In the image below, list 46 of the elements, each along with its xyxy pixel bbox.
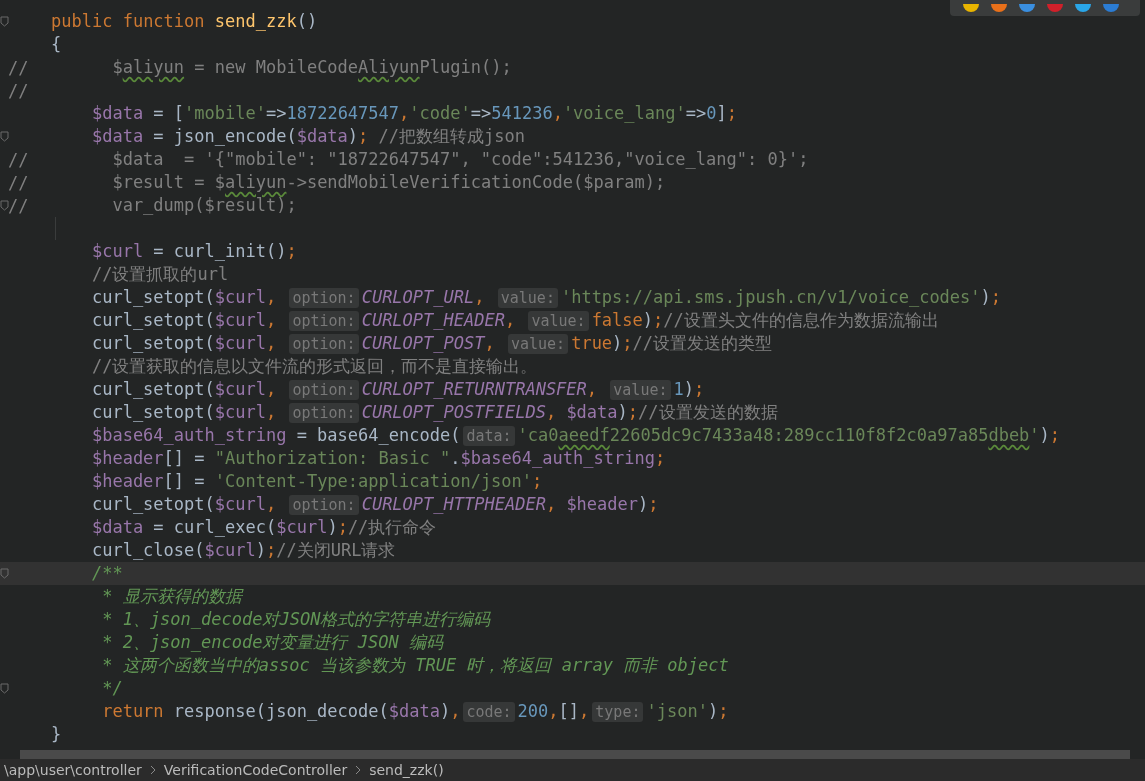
code-line: return response(json_decode($data), code: 200,[], type: 'json'); <box>101 700 729 723</box>
breadcrumb-item[interactable]: \app\user\controller <box>4 762 142 778</box>
code-line: curl_setopt($curl, option: CURLOPT_HEADER, value: false);//设置头文件的信息作为数据流输出 <box>90 309 939 332</box>
fold-icon[interactable] <box>0 131 9 142</box>
chevron-icon <box>355 765 362 775</box>
code-line: * 这两个函数当中的assoc 当该参数为 TRUE 时，将返回 array 而非 object <box>101 654 729 677</box>
code-line: curl_close($curl);//关闭URL请求 <box>90 539 396 562</box>
code-line: $header[] = "Authorization: Basic ".$base64_auth_string; <box>90 447 666 470</box>
comment-marker: // <box>8 195 29 216</box>
code-line: var_dump($result); <box>111 194 297 217</box>
code-line: //设置获取的信息以文件流的形式返回，而不是直接输出。 <box>90 355 538 378</box>
comment-marker: // <box>8 172 29 193</box>
fold-icon[interactable] <box>0 200 9 211</box>
code-line: $curl = curl_init(); <box>90 240 297 263</box>
fold-icon[interactable] <box>0 568 9 579</box>
horizontal-scrollbar[interactable] <box>20 750 1130 759</box>
fold-icon[interactable] <box>0 683 9 694</box>
fold-icon[interactable] <box>0 16 9 27</box>
code-line: { <box>51 33 62 56</box>
code-line: $data = ['mobile'=>18722647547,'code'=>541236,'voice_lang'=>0]; <box>90 102 737 125</box>
code-line: $header[] = 'Content-Type:application/json'; <box>90 470 543 493</box>
code-line: /** <box>90 562 123 585</box>
code-line: } <box>51 723 62 746</box>
code-line: */ <box>101 677 123 700</box>
code-line: curl_setopt($curl, option: CURLOPT_HTTPHEADER, $header); <box>90 493 659 516</box>
comment-marker: // <box>8 57 29 78</box>
chevron-icon <box>149 765 156 775</box>
code-line: curl_setopt($curl, option: CURLOPT_URL, value: 'https://api.sms.jpush.cn/v1/voice_codes'); <box>90 286 1002 309</box>
code-line: $result = $aliyun->sendMobileVerificationCode($param); <box>111 171 666 194</box>
comment-marker: // <box>8 80 29 101</box>
code-line: public function send_zzk() <box>51 10 318 33</box>
breadcrumb-item[interactable]: VerificationCodeController <box>163 762 348 778</box>
code-line: * 显示获得的数据 <box>101 585 242 608</box>
code-line: $data = '{"mobile": "18722647547", "code":541236,"voice_lang": 0}'; <box>111 148 809 171</box>
code-line: curl_setopt($curl, option: CURLOPT_RETURNTRANSFER, value: 1); <box>90 378 705 401</box>
code-line: $base64_auth_string = base64_encode( data: 'ca0aeedf22605dc9c7433a48:289cc110f8f2c0a97a85dbeb'); <box>90 424 1061 447</box>
breadcrumb-item[interactable]: send_zzk() <box>369 762 444 778</box>
code-line: //设置抓取的url <box>90 263 229 286</box>
code-line: $data = curl_exec($curl);//执行命令 <box>90 516 437 539</box>
code-line: $aliyun = new MobileCodeAliyunPlugin(); <box>111 56 512 79</box>
code-line: * 2、json_encode对变量进行 JSON 编码 <box>101 631 443 654</box>
comment-marker: // <box>8 149 29 170</box>
code-line: curl_setopt($curl, option: CURLOPT_POST, value: true);//设置发送的类型 <box>90 332 773 355</box>
code-line: curl_setopt($curl, option: CURLOPT_POSTFIELDS, $data);//设置发送的数据 <box>90 401 778 424</box>
code-line: $data = json_encode($data); //把数组转成json <box>90 125 525 148</box>
code-line: * 1、json_decode对JSON格式的字符串进行编码 <box>101 608 491 631</box>
